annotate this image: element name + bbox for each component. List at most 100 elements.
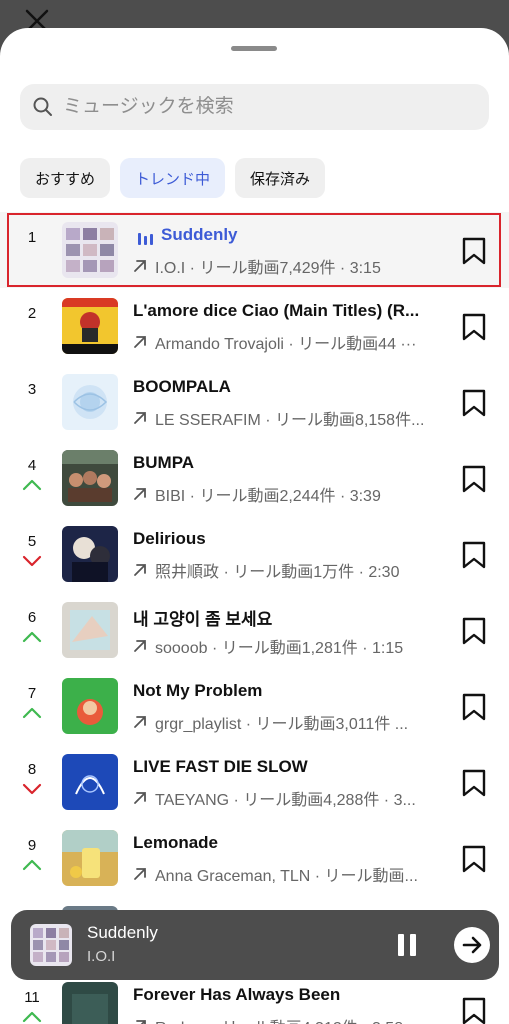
track-meta: soooob · リール動画1,281件 · 1:15 [155, 640, 404, 657]
track-rank: 2 [27, 305, 37, 322]
track-rank: 6 [27, 609, 37, 626]
track-row[interactable]: 4 BUMPA BIBI · リール動画2,244件 · 3:39 [0, 440, 509, 516]
track-subtitle: Rodeer · リール動画4,312件 · 3:58 [133, 1014, 443, 1024]
track-title: BOOMPALA [133, 377, 231, 396]
bookmark-icon[interactable] [461, 997, 487, 1024]
track-meta: Rodeer · リール動画4,312件 · 3:58 [155, 1014, 403, 1024]
track-subtitle: Anna Graceman, TLN · リール動画... [133, 862, 443, 886]
trend-up-icon [22, 707, 42, 719]
tab-saved[interactable]: 保存済み [235, 158, 326, 198]
track-row[interactable]: 7 Not My Problem grgr_playlist · リール動画3,… [0, 668, 509, 744]
track-subtitle: LE SSERAFIM · リール動画8,158件... [133, 406, 443, 430]
track-subtitle: Armando Trovajoli · リール動画44 ··· [133, 330, 443, 354]
track-meta: grgr_playlist · リール動画3,011件 ... [155, 716, 409, 733]
track-rank: 1 [27, 229, 37, 246]
track-subtitle: soooob · リール動画1,281件 · 1:15 [133, 634, 443, 658]
bookmark-icon[interactable] [461, 693, 487, 721]
track-rank: 7 [27, 685, 37, 702]
arrow-up-right-icon [134, 336, 146, 348]
track-subtitle: BIBI · リール動画2,244件 · 3:39 [133, 482, 443, 506]
track-meta: BIBI · リール動画2,244件 · 3:39 [155, 488, 381, 505]
album-cover [62, 298, 118, 354]
arrow-up-right-icon [134, 868, 146, 880]
music-sheet: おすすめ トレンド中 保存済み 1 Suddenly [0, 28, 509, 1024]
search-icon [33, 97, 52, 116]
tab-recommended[interactable]: おすすめ [20, 158, 111, 198]
bookmark-icon[interactable] [461, 541, 487, 569]
album-cover [62, 222, 118, 278]
track-meta: LE SSERAFIM · リール動画8,158件... [155, 412, 425, 429]
sheet-handle[interactable] [231, 46, 277, 51]
arrow-up-right-icon [134, 412, 146, 424]
track-subtitle: grgr_playlist · リール動画3,011件 ... [133, 710, 443, 734]
mini-player-artist: I.O.I [87, 948, 116, 965]
arrow-up-right-icon [134, 640, 146, 652]
bookmark-icon[interactable] [461, 617, 487, 645]
track-meta: 照井順政 · リール動画1万件 · 2:30 [155, 564, 400, 581]
arrow-up-right-icon [134, 488, 146, 500]
track-subtitle: 照井順政 · リール動画1万件 · 2:30 [133, 558, 443, 582]
arrow-right-icon [462, 936, 482, 954]
trend-down-icon [22, 783, 42, 795]
search-input[interactable] [61, 95, 465, 119]
mini-player-title: Suddenly [87, 923, 158, 942]
track-row[interactable]: 2 L'amore dice Ciao (Main Titles) (R... … [0, 288, 509, 364]
album-cover [62, 526, 118, 582]
tab-bar: おすすめ トレンド中 保存済み [20, 158, 326, 198]
track-title: L'amore dice Ciao (Main Titles) (R... [133, 301, 420, 320]
track-subtitle: TAEYANG · リール動画4,288件 · 3... [133, 786, 443, 810]
pause-icon[interactable] [397, 933, 417, 957]
track-title: Not My Problem [133, 681, 263, 700]
track-title: BUMPA [133, 453, 195, 472]
album-cover [62, 982, 118, 1024]
track-meta: TAEYANG · リール動画4,288件 · 3... [155, 792, 416, 809]
track-rank: 5 [27, 533, 37, 550]
track-row[interactable]: 6 내 고양이 좀 보세요 soooob · リール動画1,281件 · 1:1… [0, 592, 509, 668]
trend-down-icon [22, 555, 42, 567]
arrow-up-right-icon [134, 792, 146, 804]
track-row[interactable]: 3 BOOMPALA LE SSERAFIM · リール動画8,158件... [0, 364, 509, 440]
album-cover [62, 602, 118, 658]
trend-up-icon [22, 859, 42, 871]
track-subtitle: I.O.I · リール動画7,429件 · 3:15 [133, 254, 443, 278]
track-title: Suddenly [161, 225, 238, 244]
album-cover [62, 374, 118, 430]
bookmark-icon[interactable] [461, 845, 487, 873]
arrow-up-right-icon [134, 260, 146, 272]
track-title: LIVE FAST DIE SLOW [133, 757, 308, 776]
search-bar[interactable] [20, 84, 489, 130]
track-meta: I.O.I · リール動画7,429件 · 3:15 [155, 260, 381, 277]
track-meta: Anna Graceman, TLN · リール動画... [155, 868, 418, 885]
track-rank: 9 [27, 837, 37, 854]
album-cover [62, 754, 118, 810]
track-row[interactable]: 5 Delirious 照井順政 · リール動画1万件 · 2:30 [0, 516, 509, 592]
track-title: Delirious [133, 529, 206, 548]
album-cover [62, 450, 118, 506]
album-cover [62, 830, 118, 886]
track-rank: 11 [24, 989, 40, 1006]
track-rank: 4 [27, 457, 37, 474]
track-row[interactable]: 1 Suddenly I.O.I · リール動画7,429件 · 3:15 [0, 212, 509, 288]
bookmark-icon[interactable] [461, 465, 487, 493]
arrow-up-right-icon [134, 564, 146, 576]
mini-player[interactable]: Suddenly I.O.I [11, 910, 499, 980]
album-cover [62, 678, 118, 734]
arrow-up-right-icon [136, 1020, 146, 1024]
bookmark-icon[interactable] [461, 769, 487, 797]
track-rank: 3 [27, 381, 37, 398]
next-arrow-button[interactable] [454, 927, 490, 963]
tab-trending[interactable]: トレンド中 [120, 158, 226, 198]
track-row[interactable]: 9 Lemonade Anna Graceman, TLN · リール動画... [0, 820, 509, 896]
track-row[interactable]: 8 LIVE FAST DIE SLOW TAEYANG · リール動画4,28… [0, 744, 509, 820]
bookmark-icon[interactable] [461, 237, 487, 265]
mini-player-cover [30, 924, 72, 966]
track-title: 내 고양이 좀 보세요 [133, 610, 273, 629]
bookmark-icon[interactable] [461, 389, 487, 417]
trend-up-icon [22, 1011, 42, 1023]
track-meta: Armando Trovajoli · リール動画44 ··· [155, 336, 417, 353]
track-title: Forever Has Always Been [133, 985, 341, 1004]
bookmark-icon[interactable] [461, 313, 487, 341]
track-rank: 8 [27, 761, 37, 778]
arrow-up-right-icon [134, 716, 146, 728]
track-title: Lemonade [133, 833, 219, 852]
